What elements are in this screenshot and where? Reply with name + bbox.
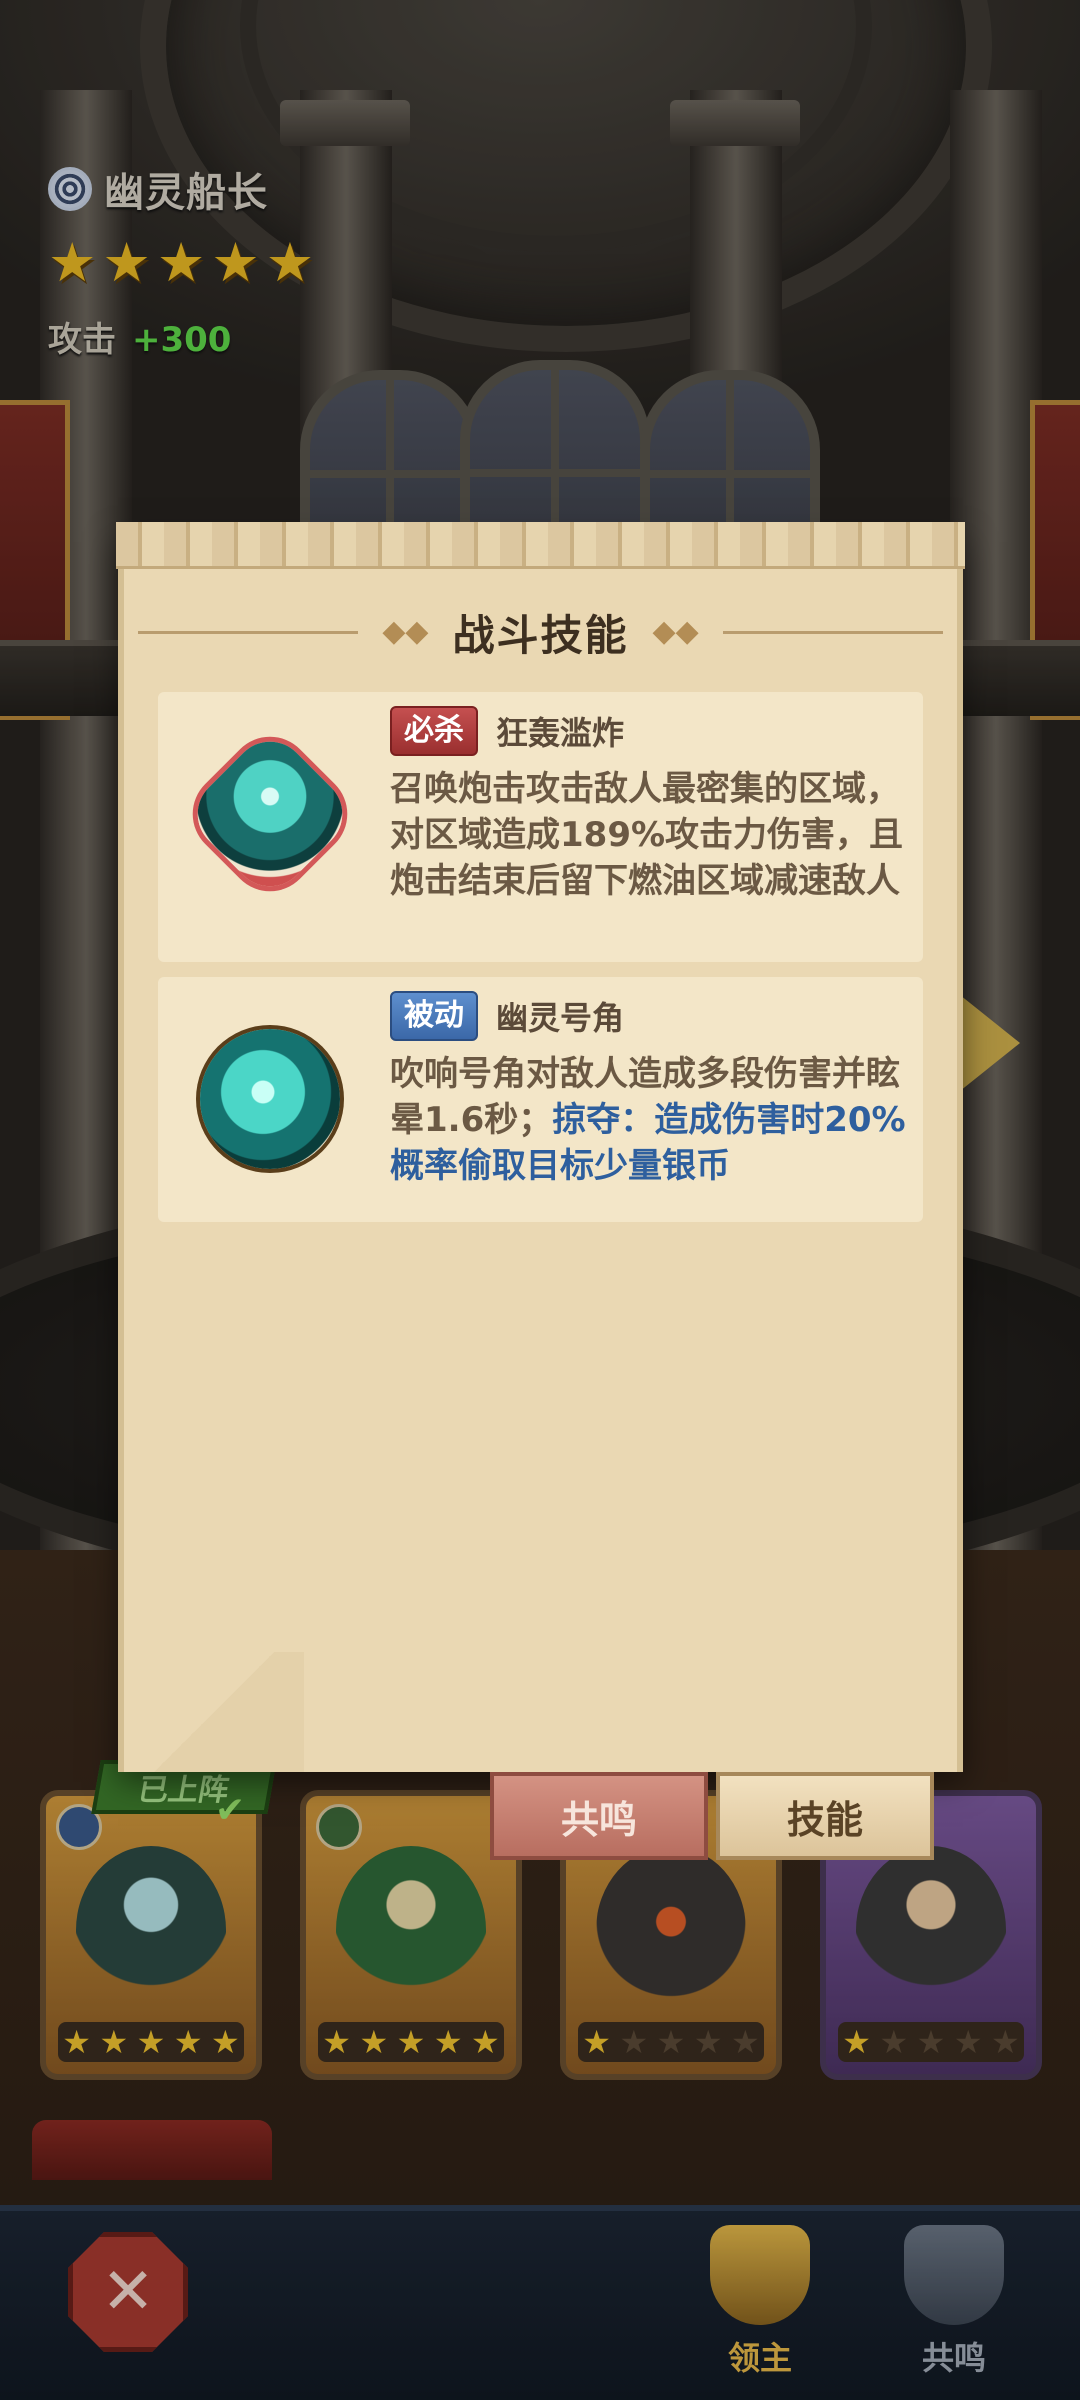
- skill-head: 被动 幽灵号角: [390, 991, 909, 1041]
- diamond-icon: ◆◆: [382, 614, 429, 649]
- panel-header: ◆◆ 战斗技能 ◆◆: [124, 602, 957, 662]
- skill-icon-frame: [180, 724, 360, 904]
- tab-skill[interactable]: 技能: [716, 1772, 934, 1860]
- skill-name: 狂轰滥炸: [496, 714, 625, 752]
- divider: [138, 630, 359, 634]
- panel-title: 战斗技能: [452, 610, 629, 660]
- skill-text: 必杀 狂轰滥炸 召唤炮击攻击敌人最密集的区域，对区域造成189%攻击力伤害，且炮…: [390, 706, 909, 904]
- skill-head: 必杀 狂轰滥炸: [390, 706, 909, 756]
- skill-text: 被动 幽灵号角 吹响号角对敌人造成多段伤害并眩晕1.6秒；掠夺：造成伤害时20%…: [390, 991, 909, 1189]
- divider: [722, 630, 943, 634]
- skill-description: 吹响号角对敌人造成多段伤害并眩晕1.6秒；掠夺：造成伤害时20%概率偷取目标少量…: [390, 1051, 909, 1189]
- panel-fold: [124, 1652, 304, 1772]
- skill-card-ultimate[interactable]: 必杀 狂轰滥炸 召唤炮击攻击敌人最密集的区域，对区域造成189%攻击力伤害，且炮…: [158, 692, 923, 962]
- ghost-horn-icon: [200, 1029, 340, 1169]
- skill-type-tag: 必杀: [390, 706, 478, 756]
- skill-type-tag: 被动: [390, 991, 478, 1041]
- battle-skills-panel: ◆◆ 战斗技能 ◆◆ 必杀 狂轰滥炸 召唤炮击攻击敌人最密集的区域，对区域造成1…: [116, 522, 965, 1772]
- cannon-barrage-icon: [182, 726, 358, 902]
- skill-card-passive[interactable]: 被动 幽灵号角 吹响号角对敌人造成多段伤害并眩晕1.6秒；掠夺：造成伤害时20%…: [158, 977, 923, 1222]
- skill-description: 召唤炮击攻击敌人最密集的区域，对区域造成189%攻击力伤害，且炮击结束后留下燃油…: [390, 769, 904, 901]
- skill-name: 幽灵号角: [496, 999, 625, 1037]
- tab-resonance[interactable]: 共鸣: [490, 1772, 708, 1860]
- panel-top-border: [116, 522, 965, 569]
- diamond-icon: ◆◆: [652, 614, 699, 649]
- skill-icon-frame: [180, 1009, 360, 1189]
